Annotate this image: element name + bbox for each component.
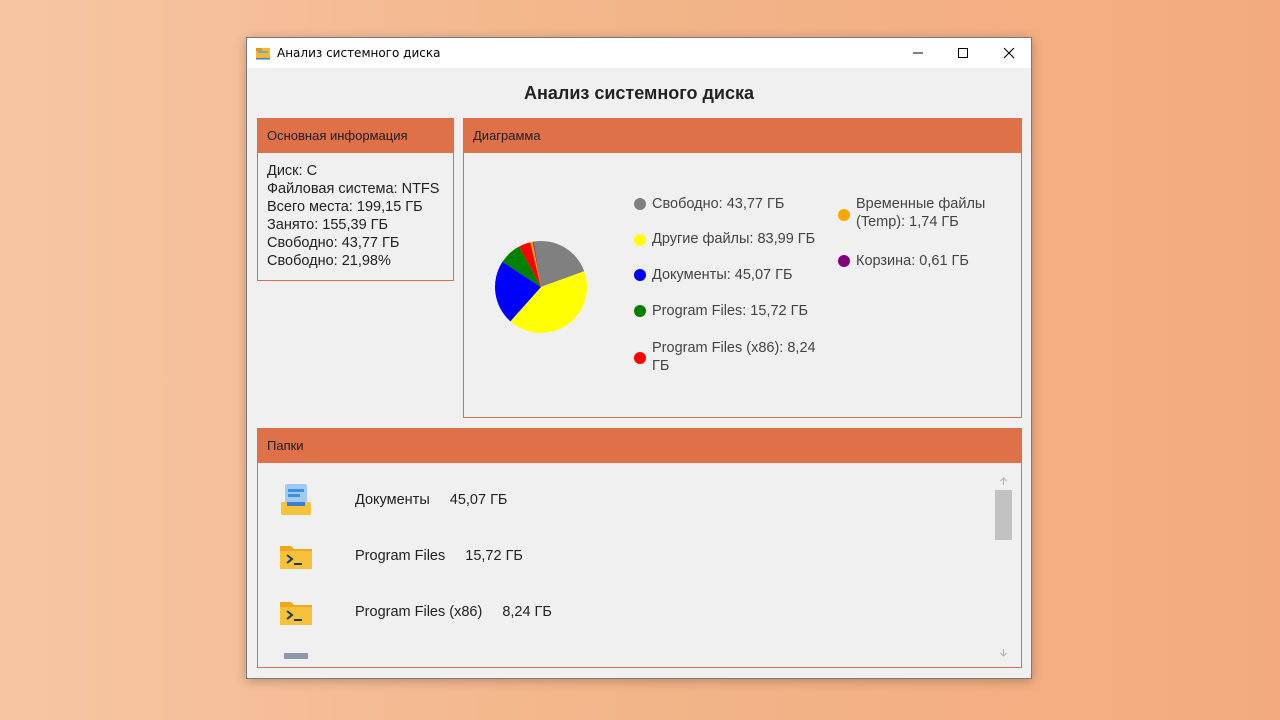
scroll-thumb[interactable]	[995, 490, 1012, 540]
documents-folder-icon	[281, 484, 311, 515]
terminal-folder-icon	[280, 602, 312, 625]
app-window: Анализ системного диска Анализ системног…	[246, 37, 1032, 679]
folder-label: Program Files 15,72 ГБ	[355, 548, 523, 564]
scroll-down-button[interactable]	[995, 644, 1012, 661]
arrow-down-icon	[1000, 649, 1007, 657]
legend-dot-program-files	[634, 305, 646, 317]
chart-panel-header: Диаграмма	[464, 119, 1021, 153]
legend-program-files: Program Files: 15,72 ГБ	[652, 303, 808, 319]
legend-dot-temp	[838, 209, 850, 221]
title-bar[interactable]: Анализ системного диска	[247, 38, 1031, 68]
legend-dot-free	[634, 198, 646, 210]
legend-dot-other	[634, 234, 646, 246]
info-total: Всего места: 199,15 ГБ	[267, 199, 423, 215]
info-list: Диск: C Файловая система: NTFS Всего мес…	[258, 153, 453, 270]
pie-chart	[495, 241, 587, 333]
folder-size: 45,07 ГБ	[449, 492, 508, 508]
minimize-icon	[913, 52, 923, 54]
folder-icon	[284, 653, 308, 659]
info-disk: Диск: C	[267, 163, 318, 179]
app-icon	[256, 48, 270, 60]
close-icon	[1003, 47, 1015, 59]
terminal-folder-icon	[280, 546, 312, 569]
legend-free: Свободно: 43,77 ГБ	[652, 196, 785, 212]
maximize-icon	[958, 48, 968, 58]
folder-row-program-files-x86[interactable]: Program Files (x86) 8,24 ГБ	[258, 592, 988, 632]
maximize-button[interactable]	[940, 38, 986, 68]
legend-dot-documents	[634, 269, 646, 281]
chart-panel: Диаграмма Свободно: 43,77 ГБ Другие файл…	[463, 118, 1022, 418]
folder-row-program-files[interactable]: Program Files 15,72 ГБ	[258, 536, 988, 576]
folders-scrollbar[interactable]	[995, 473, 1012, 661]
info-panel: Основная информация Диск: C Файловая сис…	[257, 118, 454, 281]
legend-dot-program-files-x86	[634, 352, 646, 364]
folders-panel: Папки Документы 45,07 ГБ Program Files 1…	[257, 428, 1022, 668]
scroll-up-button[interactable]	[995, 473, 1012, 490]
info-panel-header: Основная информация	[258, 119, 453, 153]
info-used: Занято: 155,39 ГБ	[267, 217, 389, 233]
folder-row-documents[interactable]: Документы 45,07 ГБ	[258, 480, 988, 520]
folder-name: Program Files	[355, 548, 446, 564]
arrow-up-icon	[1000, 477, 1007, 485]
legend-temp: Временные файлы (Temp): 1,74 ГБ	[856, 196, 986, 230]
info-free-percent: Свободно: 21,98%	[267, 253, 391, 269]
folder-size: 15,72 ГБ	[465, 548, 523, 564]
folder-name: Документы	[355, 492, 430, 508]
info-filesystem: Файловая система: NTFS	[267, 181, 440, 197]
close-button[interactable]	[986, 38, 1032, 68]
folder-label: Program Files (x86) 8,24 ГБ	[355, 604, 552, 620]
minimize-button[interactable]	[895, 38, 941, 68]
folders-panel-header: Папки	[258, 429, 1021, 463]
legend-dot-recycle-bin	[838, 255, 850, 267]
legend-documents: Документы: 45,07 ГБ	[652, 267, 793, 283]
folder-label: Документы 45,07 ГБ	[355, 492, 507, 508]
info-free: Свободно: 43,77 ГБ	[267, 235, 400, 251]
page-title: Анализ системного диска	[524, 83, 754, 103]
legend-program-files-x86: Program Files (x86): 8,24 ГБ	[652, 340, 816, 374]
folder-name: Program Files (x86)	[355, 604, 483, 620]
folder-size: 8,24 ГБ	[502, 604, 552, 620]
legend-other: Другие файлы: 83,99 ГБ	[652, 231, 816, 247]
folder-row-partial[interactable]	[258, 648, 988, 667]
legend-recycle-bin: Корзина: 0,61 ГБ	[856, 253, 969, 269]
window-title: Анализ системного диска	[277, 46, 441, 60]
